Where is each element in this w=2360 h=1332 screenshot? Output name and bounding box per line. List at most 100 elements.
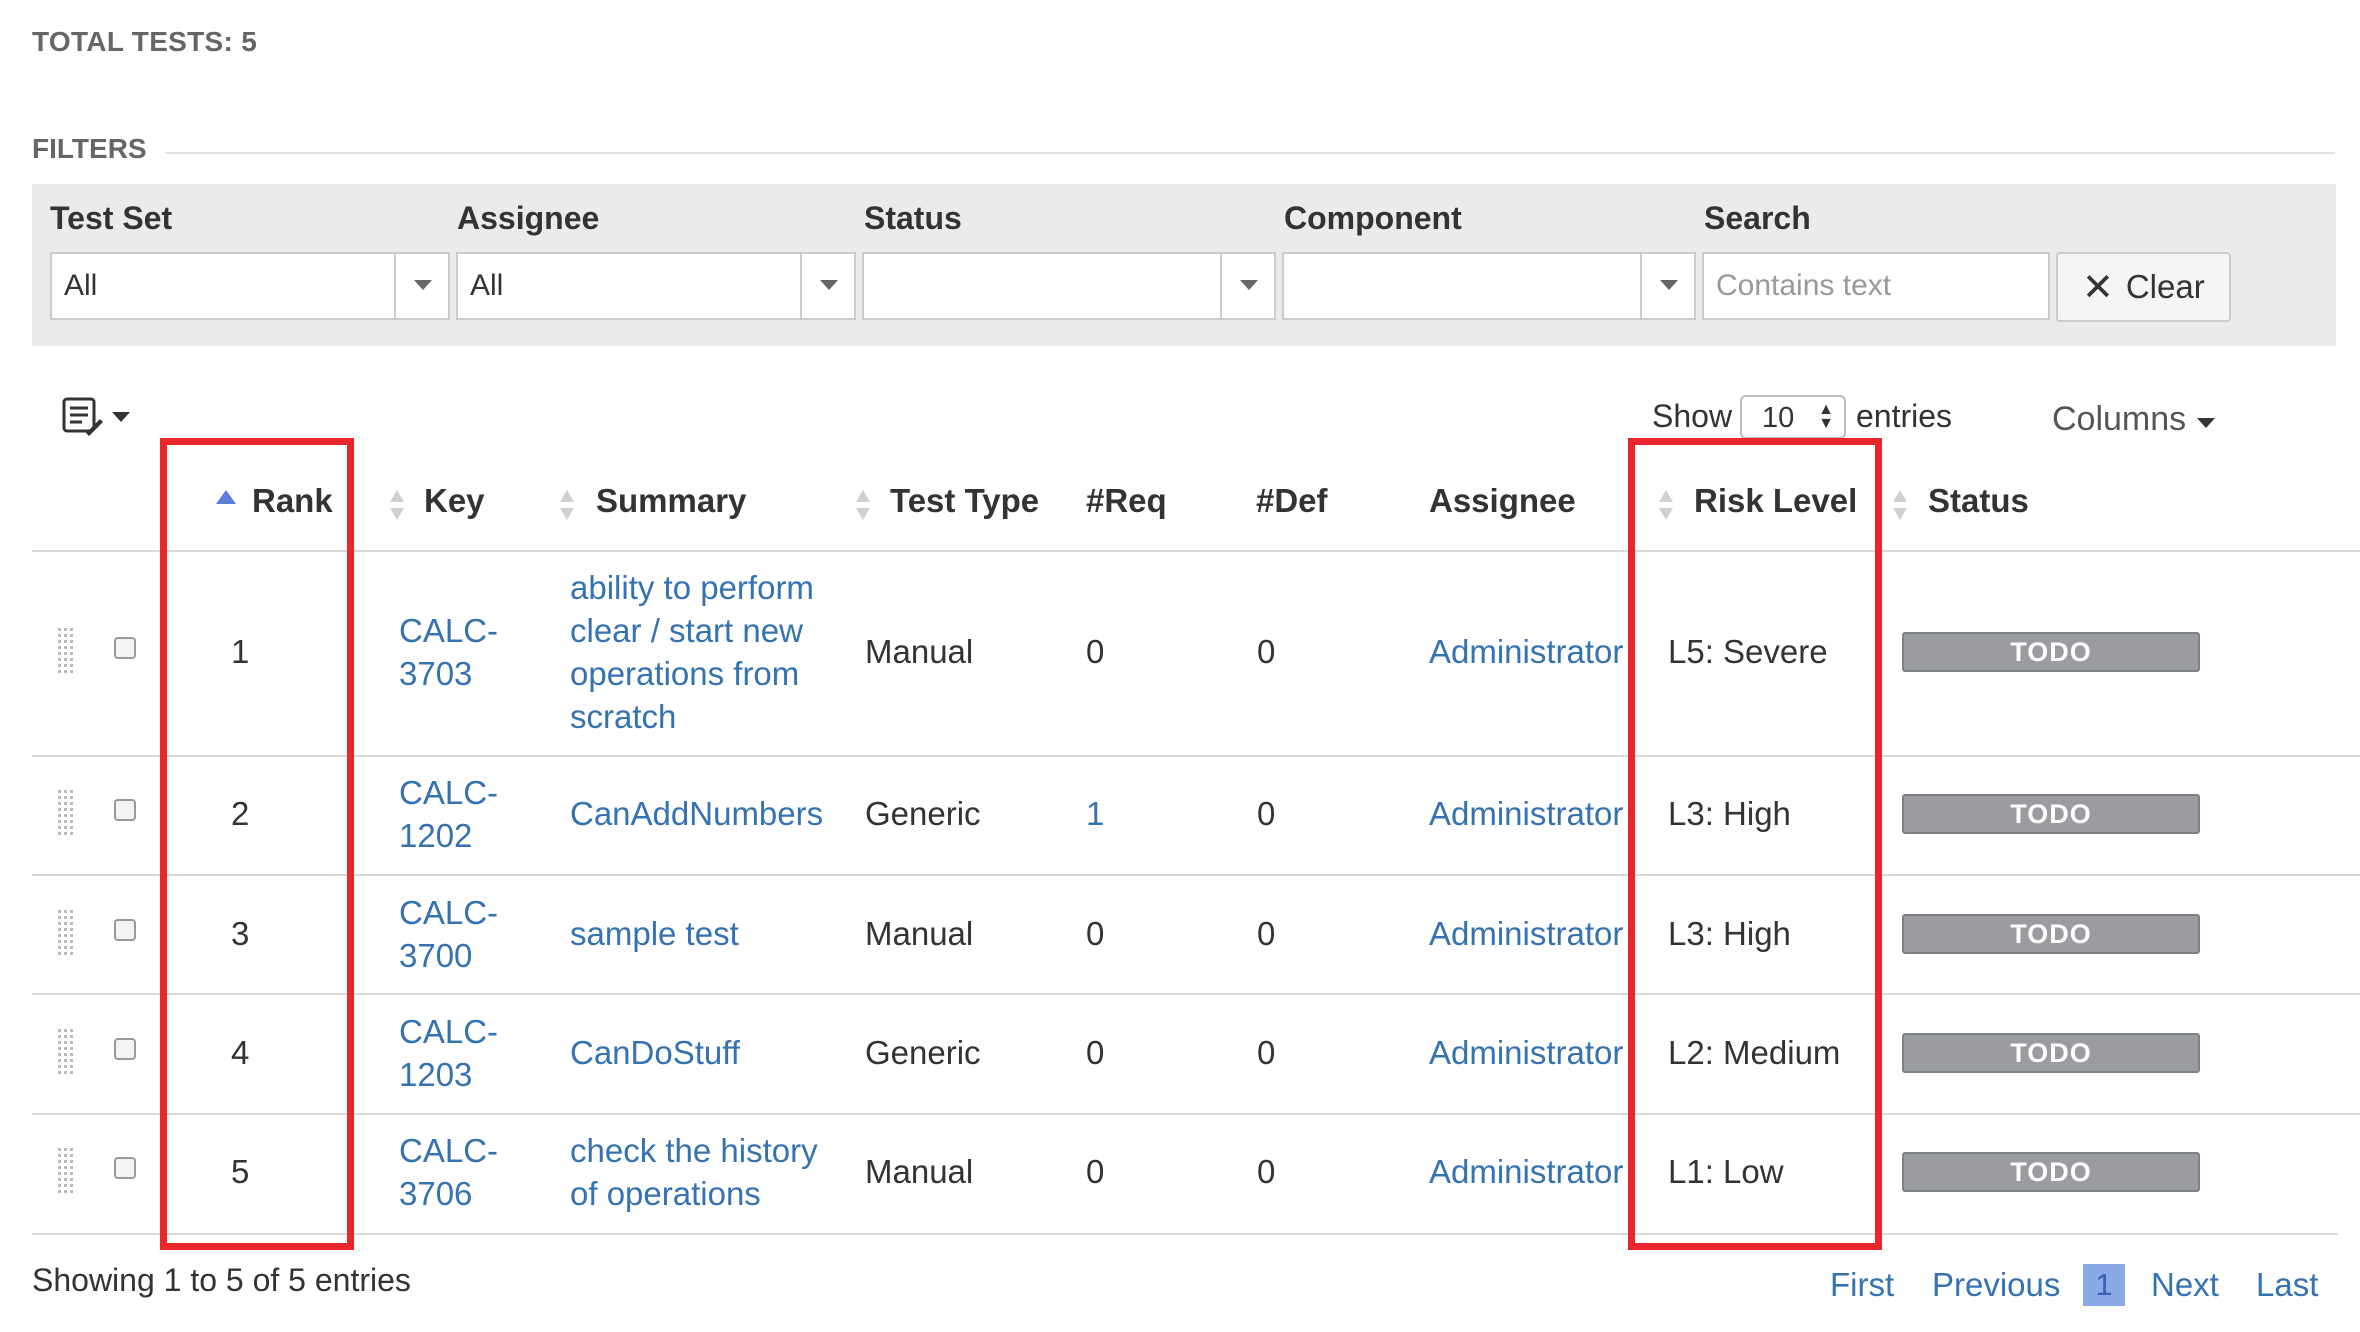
row-checkbox[interactable] [114,1038,136,1060]
key-link-line-2[interactable]: 3703 [399,652,472,695]
def-cell: 0 [1257,795,1276,832]
drag-handle-icon[interactable] [58,790,74,838]
key-link-line-1[interactable]: CALC- [399,771,498,814]
drag-handle-icon[interactable] [58,1148,74,1196]
drag-dot [70,940,73,943]
summary-link-line-2[interactable]: of operations [570,1172,761,1215]
summary-link-line-1[interactable]: CanAddNumbers [570,792,823,835]
drag-handle-icon[interactable] [58,910,74,958]
chevron-down-icon [414,280,432,290]
def-cell: 0 [1257,633,1276,670]
drag-handle-icon[interactable] [58,628,74,676]
drag-dot [58,1047,61,1050]
row-checkbox[interactable] [114,919,136,941]
component-select[interactable] [1282,252,1696,320]
column-header-test-type[interactable]: Test Type [890,482,1039,520]
row-checkbox[interactable] [114,637,136,659]
req-link[interactable]: 1 [1086,792,1104,835]
sort-icon[interactable] [560,490,574,526]
select-divider [1640,254,1642,318]
show-label: Show [1652,398,1733,434]
drag-dot [64,646,67,649]
assignee-link[interactable]: Administrator [1429,1031,1623,1074]
drag-dot [58,922,61,925]
assignee-link[interactable]: Administrator [1429,912,1623,955]
assignee-link[interactable]: Administrator [1429,630,1623,673]
key-link-line-2[interactable]: 1203 [399,1053,472,1096]
summary-link-line-4[interactable]: scratch [570,695,676,738]
summary-link-line-1[interactable]: CanDoStuff [570,1031,740,1074]
pager-first[interactable]: First [1830,1266,1894,1304]
sort-icon[interactable] [856,490,870,526]
key-link-line-2[interactable]: 3700 [399,934,472,977]
drag-dot [58,1035,61,1038]
filters-divider [165,152,2335,154]
column-header-key[interactable]: Key [424,482,485,520]
key-link-line-2[interactable]: 3706 [399,1172,472,1215]
summary-link-line-1[interactable]: ability to perform [570,566,814,609]
drag-dot [58,790,61,793]
column-header-status[interactable]: Status [1928,482,2029,520]
drag-dot [64,664,67,667]
chevron-down-icon[interactable] [112,412,130,422]
sort-icon[interactable] [1893,490,1907,526]
drag-dot [58,1053,61,1056]
drag-dot [70,670,73,673]
pager-previous[interactable]: Previous [1932,1266,2060,1304]
pager-last[interactable]: Last [2256,1266,2318,1304]
drag-dot [58,658,61,661]
drag-dot [70,1059,73,1062]
drag-dot [64,1059,67,1062]
test-set-select[interactable]: All [50,252,450,320]
assignee-link[interactable]: Administrator [1429,792,1623,835]
columns-menu-button[interactable]: Columns [2052,400,2186,439]
summary-link-line-3[interactable]: operations from [570,652,799,695]
drag-dot [70,1184,73,1187]
drag-dot [58,670,61,673]
table-settings-icon[interactable] [62,397,104,437]
summary-link-line-1[interactable]: check the history [570,1129,818,1172]
drag-dot [64,1071,67,1074]
chevron-down-icon[interactable] [2197,418,2215,428]
drag-dot [70,1178,73,1181]
assignee-link[interactable]: Administrator [1429,1150,1623,1193]
row-checkbox[interactable] [114,1157,136,1179]
drag-dot [70,1166,73,1169]
assignee-filter-value: All [470,269,504,302]
drag-dot [64,1148,67,1151]
key-link-line-1[interactable]: CALC- [399,891,498,934]
test-set-label: Test Set [50,200,173,236]
drag-dot [70,652,73,655]
row-divider [32,755,2360,757]
summary-link-line-2[interactable]: clear / start new [570,609,803,652]
page-size-select[interactable]: 10 ▲ ▼ [1740,395,1846,439]
key-link-line-1[interactable]: CALC- [399,1010,498,1053]
assignee-select[interactable]: All [456,252,856,320]
search-input[interactable] [1704,254,2048,318]
rank-column-highlight [160,438,354,1250]
drag-dot [64,952,67,955]
drag-dot [70,664,73,667]
summary-link-line-1[interactable]: sample test [570,912,739,955]
row-divider [32,874,2360,876]
clear-button[interactable]: ✕ Clear [2056,252,2231,322]
drag-dot [64,814,67,817]
column-header-summary[interactable]: Summary [596,482,746,520]
status-select[interactable] [862,252,1276,320]
key-link-line-1[interactable]: CALC- [399,609,498,652]
drag-dot [64,934,67,937]
sort-icon[interactable] [390,490,404,526]
key-link-line-1[interactable]: CALC- [399,1129,498,1172]
drag-dot [58,1059,61,1062]
drag-dot [58,808,61,811]
drag-dot [70,1041,73,1044]
row-checkbox[interactable] [114,799,136,821]
drag-handle-icon[interactable] [58,1029,74,1077]
key-link-line-2[interactable]: 1202 [399,814,472,857]
pager-next[interactable]: Next [2151,1266,2219,1304]
close-icon: ✕ [2082,266,2114,309]
status-badge: TODO [1902,1033,2200,1073]
def-cell: 0 [1257,1034,1276,1071]
pager-current-page[interactable]: 1 [2083,1264,2125,1306]
filter-bar: Test Set All Assignee All Status Compone… [32,184,2336,346]
